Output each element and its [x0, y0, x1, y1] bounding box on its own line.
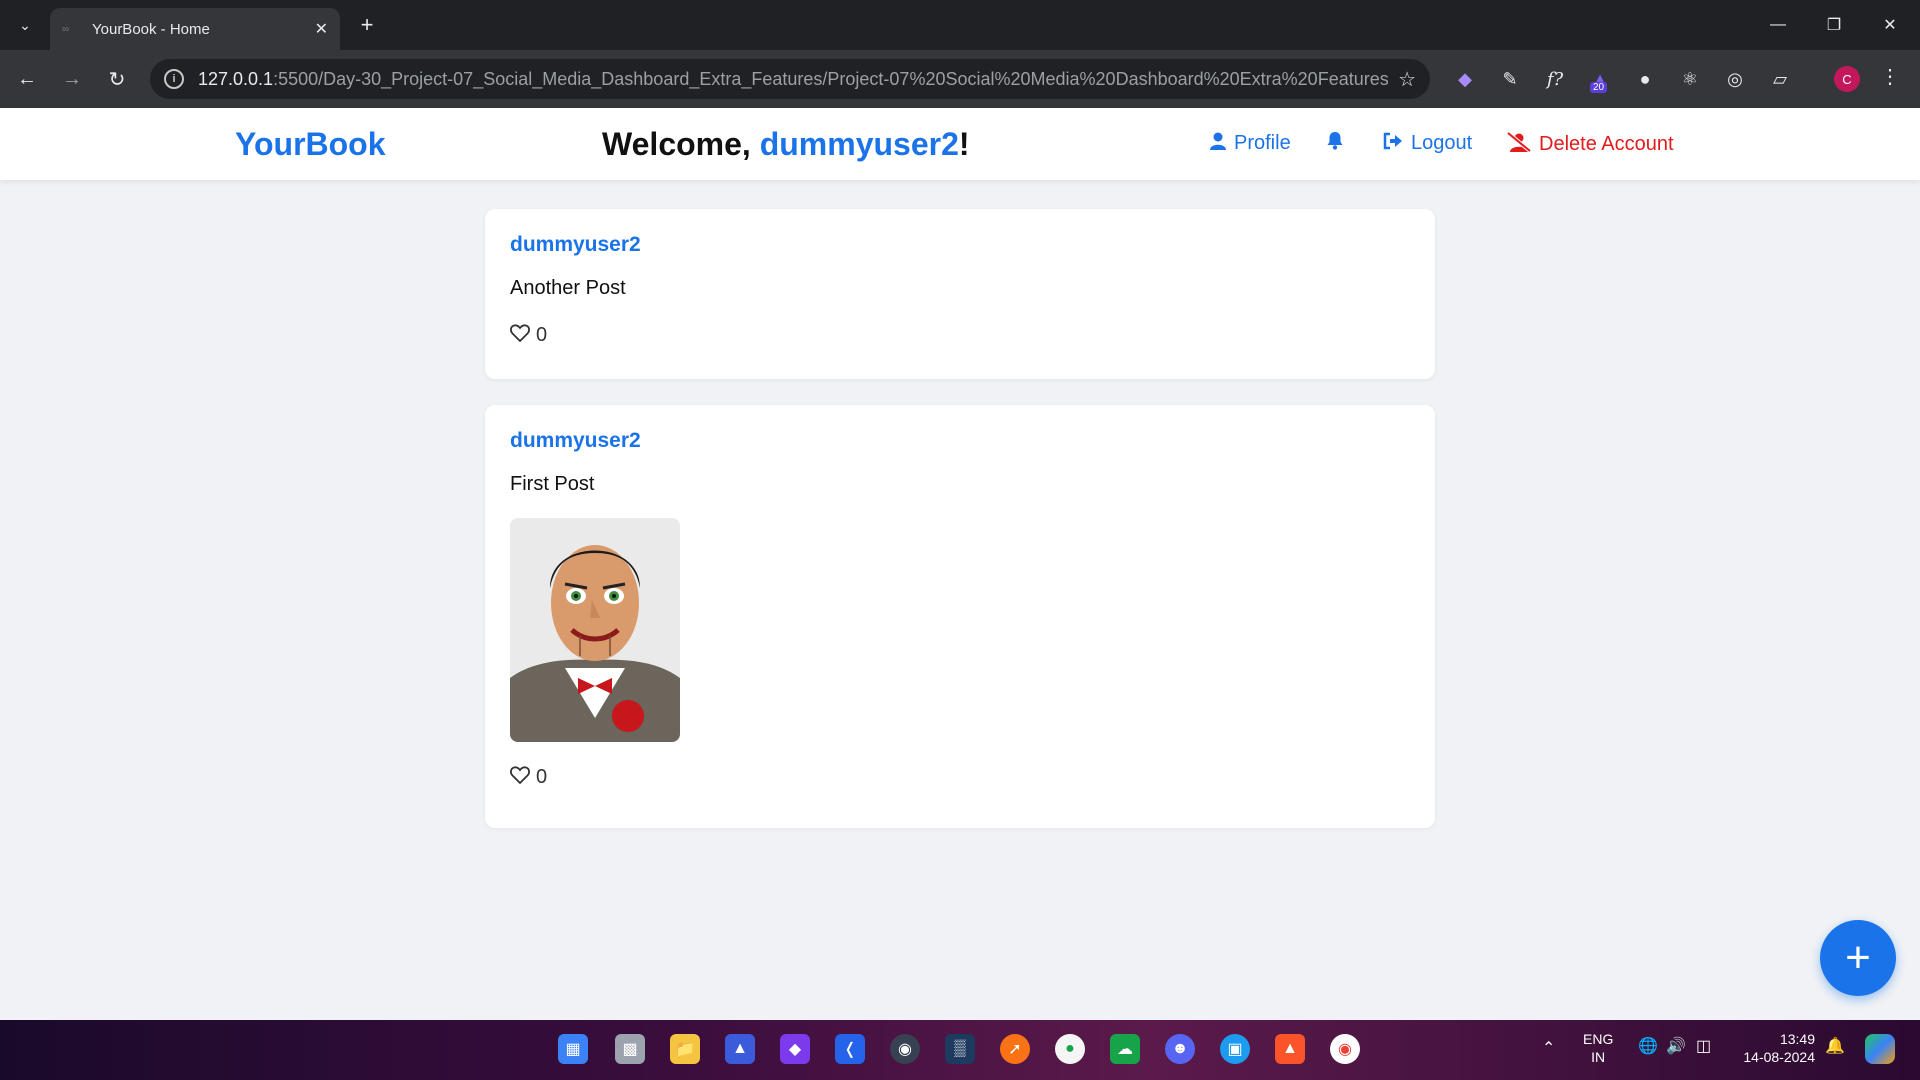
- welcome-message: Welcome, dummyuser2!: [602, 126, 970, 163]
- tray-overflow-chevron-icon[interactable]: ⌃: [1542, 1040, 1555, 1058]
- react-devtools-icon[interactable]: ⚛: [1677, 66, 1703, 92]
- profile-link[interactable]: Profile: [1210, 132, 1291, 155]
- browser-profile-avatar[interactable]: C: [1834, 66, 1860, 92]
- logout-link[interactable]: Logout: [1383, 132, 1472, 155]
- delete-account-link[interactable]: Delete Account: [1506, 131, 1674, 157]
- like-count: 0: [536, 323, 548, 346]
- restore-button[interactable]: ❐: [1806, 0, 1862, 50]
- like-button[interactable]: 0: [510, 322, 1410, 348]
- create-post-button[interactable]: +: [1820, 920, 1896, 996]
- browser-toolbar: ← → ↻ i 127.0.0.1:5500/Day-30_Project-07…: [0, 50, 1920, 108]
- language-code: ENG: [1583, 1031, 1614, 1047]
- tab-favicon-icon: ∞: [62, 24, 70, 35]
- notification-bell-icon[interactable]: 🔔: [1825, 1038, 1845, 1056]
- region-code: IN: [1591, 1049, 1606, 1065]
- mongodb-icon[interactable]: ●: [1055, 1034, 1085, 1064]
- start-windows-icon[interactable]: ▦: [558, 1034, 588, 1064]
- obs-icon[interactable]: ◉: [890, 1034, 920, 1064]
- post-image[interactable]: [510, 518, 680, 742]
- bookmark-star-icon[interactable]: ☆: [1398, 67, 1416, 92]
- tab-search-chevron-icon[interactable]: ⌄: [10, 10, 40, 40]
- plus-icon: +: [1845, 933, 1871, 982]
- mysql-icon[interactable]: ▒: [945, 1034, 975, 1064]
- logout-link-label: Logout: [1411, 132, 1473, 154]
- extension-1-icon[interactable]: ◆: [1452, 66, 1478, 92]
- language-indicator[interactable]: ENG IN: [1583, 1030, 1613, 1066]
- extensions-puzzle-icon[interactable]: ▱: [1767, 66, 1793, 92]
- heart-icon: [510, 764, 530, 790]
- clock-date: 14-08-2024: [1743, 1049, 1815, 1065]
- extension-badge: 20: [1590, 82, 1608, 93]
- logout-icon: [1383, 132, 1403, 155]
- file-explorer-icon[interactable]: 📁: [670, 1034, 700, 1064]
- vscode-icon[interactable]: ❬: [835, 1034, 865, 1064]
- color-picker-extension-icon[interactable]: ✎: [1497, 66, 1523, 92]
- user-slash-icon: [1506, 131, 1532, 157]
- address-bar[interactable]: i 127.0.0.1:5500/Day-30_Project-07_Socia…: [150, 59, 1430, 99]
- brand-logo[interactable]: YourBook: [235, 126, 386, 163]
- post-content: Another Post: [510, 277, 626, 299]
- reload-button[interactable]: ↻: [100, 62, 134, 96]
- window-close-button[interactable]: ✕: [1862, 0, 1918, 50]
- docker-icon[interactable]: ▣: [1220, 1034, 1250, 1064]
- url-text: 127.0.0.1:5500/Day-30_Project-07_Social_…: [198, 69, 1388, 90]
- bell-icon: [1327, 132, 1343, 156]
- url-host: 127.0.0.1: [198, 68, 274, 89]
- circle-extension-icon[interactable]: ●: [1632, 66, 1658, 92]
- discord-icon[interactable]: ☻: [1165, 1034, 1195, 1064]
- os-taskbar: ▦ ▩ 📁 ▲ ◆ ❬ ◉ ▒ ➚ ● ☁ ☻ ▣ ▲ ◉ ⌃ ENG IN 🌐…: [0, 1020, 1920, 1080]
- post-card: dummyuser2 Another Post 0: [485, 209, 1435, 379]
- tab-title: YourBook - Home: [92, 20, 210, 38]
- brave-icon[interactable]: ▲: [1275, 1034, 1305, 1064]
- browser-tab-bar: ⌄ ∞ YourBook - Home ✕ + — ❐ ✕: [0, 0, 1920, 50]
- battery-icon[interactable]: ◫: [1696, 1038, 1711, 1056]
- like-count: 0: [536, 765, 548, 788]
- notifications-button[interactable]: [1327, 132, 1343, 156]
- like-button[interactable]: 0: [510, 764, 1410, 790]
- clock-time: 13:49: [1779, 1031, 1815, 1047]
- post-card: dummyuser2 First Post 0: [485, 405, 1435, 828]
- browser-tab[interactable]: ∞ YourBook - Home ✕: [50, 8, 340, 50]
- minimize-button[interactable]: —: [1750, 0, 1806, 50]
- chrome-icon[interactable]: ◉: [1330, 1034, 1360, 1064]
- welcome-suffix: !: [958, 126, 970, 162]
- back-button[interactable]: ←: [10, 62, 44, 96]
- new-tab-button[interactable]: +: [352, 10, 382, 40]
- profile-link-label: Profile: [1234, 132, 1291, 154]
- post-author[interactable]: dummyuser2: [510, 233, 1410, 257]
- browser-menu-icon[interactable]: ⋮: [1880, 64, 1900, 89]
- forward-button[interactable]: →: [55, 62, 89, 96]
- app-icon-3[interactable]: ☁: [1110, 1034, 1140, 1064]
- post-content: First Post: [510, 473, 595, 495]
- delete-account-label: Delete Account: [1539, 133, 1674, 155]
- user-icon: [1210, 132, 1226, 155]
- postman-icon[interactable]: ➚: [1000, 1034, 1030, 1064]
- heart-icon: [510, 322, 530, 348]
- app-icon-2[interactable]: ◆: [780, 1034, 810, 1064]
- site-info-icon[interactable]: i: [164, 69, 184, 89]
- target-extension-icon[interactable]: ◎: [1722, 66, 1748, 92]
- app-header: YourBook Welcome, dummyuser2! Profile Lo…: [0, 108, 1920, 180]
- url-path: :5500/Day-30_Project-07_Social_Media_Das…: [273, 68, 1389, 89]
- task-view-icon[interactable]: ▩: [615, 1034, 645, 1064]
- tab-close-icon[interactable]: ✕: [315, 19, 328, 39]
- app-icon-1[interactable]: ▲: [725, 1034, 755, 1064]
- network-icon[interactable]: 🌐: [1638, 1038, 1658, 1056]
- font-extension-icon[interactable]: f?: [1542, 66, 1568, 92]
- welcome-username: dummyuser2: [759, 126, 959, 162]
- welcome-prefix: Welcome,: [602, 126, 760, 162]
- post-author[interactable]: dummyuser2: [510, 429, 1410, 453]
- volume-icon[interactable]: 🔊: [1666, 1038, 1686, 1056]
- clock[interactable]: 13:49 14-08-2024: [1735, 1030, 1815, 1066]
- copilot-icon[interactable]: [1865, 1034, 1895, 1064]
